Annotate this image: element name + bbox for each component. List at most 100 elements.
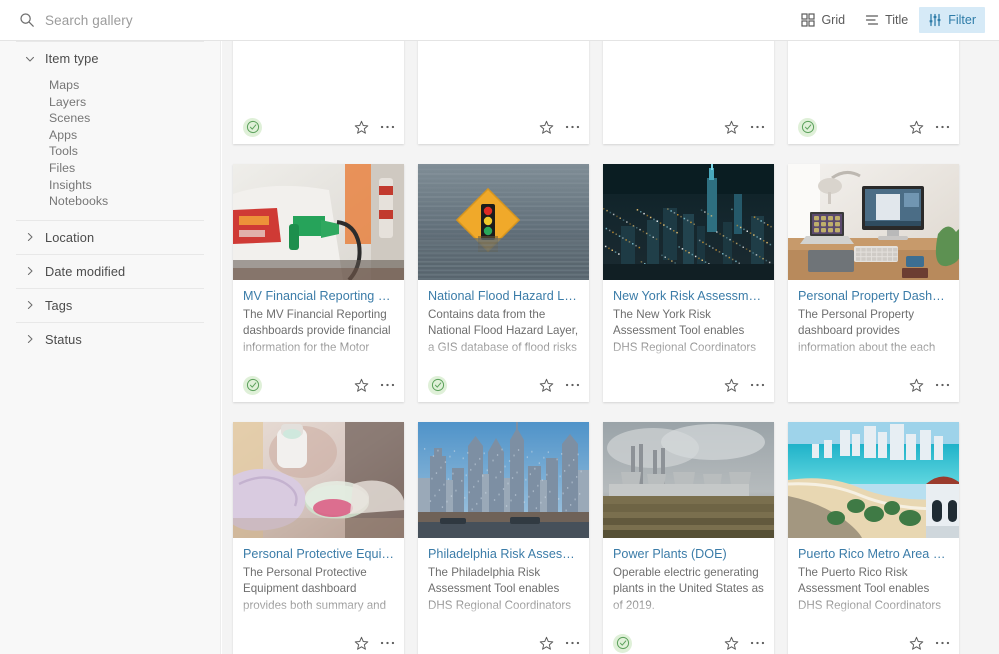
card-actions	[909, 636, 950, 651]
ellipsis-icon[interactable]	[380, 383, 395, 387]
star-outline-icon[interactable]	[909, 636, 924, 651]
card-body	[233, 41, 404, 110]
facet-date-modified-header[interactable]: Date modified	[16, 255, 204, 288]
card-snippet: The Personal Property dashboard provides…	[798, 308, 936, 354]
filter-button[interactable]: Filter	[919, 7, 985, 33]
ellipsis-icon[interactable]	[565, 641, 580, 645]
star-outline-icon[interactable]	[354, 636, 369, 651]
card-thumbnail[interactable]	[418, 164, 589, 280]
facet-location: Location	[16, 219, 204, 254]
ellipsis-icon[interactable]	[380, 641, 395, 645]
star-outline-icon[interactable]	[724, 636, 739, 651]
card-actions	[724, 120, 765, 135]
card-thumbnail[interactable]	[603, 422, 774, 538]
title-view-button[interactable]: Title	[856, 7, 917, 33]
gallery-card[interactable]: Puerto Rico Metro Area Risk As... The Pu…	[788, 422, 959, 654]
facet-option-files[interactable]: Files	[49, 160, 204, 177]
facet-option-tools[interactable]: Tools	[49, 143, 204, 160]
card-thumbnail[interactable]	[603, 164, 774, 280]
gallery-card[interactable]	[233, 41, 404, 144]
ellipsis-icon[interactable]	[750, 383, 765, 387]
facet-location-label: Location	[45, 229, 95, 245]
star-outline-icon[interactable]	[724, 120, 739, 135]
card-actions	[909, 378, 950, 393]
facet-option-scenes[interactable]: Scenes	[49, 110, 204, 127]
card-title[interactable]: Philadelphia Risk Assessment ...	[428, 546, 579, 562]
star-outline-icon[interactable]	[909, 120, 924, 135]
card-body: National Flood Hazard Layer (... Contain…	[418, 280, 589, 368]
gallery-card[interactable]: Personal Property Dashboard The Personal…	[788, 164, 959, 402]
facet-option-notebooks[interactable]: Notebooks	[49, 193, 204, 210]
search-bar[interactable]	[0, 0, 792, 40]
star-outline-icon[interactable]	[539, 120, 554, 135]
card-actions	[724, 378, 765, 393]
facet-option-maps[interactable]: Maps	[49, 77, 204, 94]
star-outline-icon[interactable]	[354, 120, 369, 135]
card-thumbnail[interactable]	[788, 422, 959, 538]
grid-view-button[interactable]: Grid	[792, 7, 854, 33]
card-title[interactable]: Personal Protective Equipment...	[243, 546, 394, 562]
card-thumbnail[interactable]	[233, 422, 404, 538]
ellipsis-icon[interactable]	[565, 125, 580, 129]
gallery-card[interactable]: Philadelphia Risk Assessment ... The Phi…	[418, 422, 589, 654]
top-toolbar: Grid Title Filter	[0, 0, 999, 41]
star-outline-icon[interactable]	[909, 378, 924, 393]
card-actions	[724, 636, 765, 651]
card-body: Personal Protective Equipment... The Per…	[233, 538, 404, 626]
status-badge-placeholder	[613, 118, 632, 137]
facet-location-header[interactable]: Location	[16, 221, 204, 254]
gallery-card[interactable]	[418, 41, 589, 144]
star-outline-icon[interactable]	[724, 378, 739, 393]
facet-tags-label: Tags	[45, 297, 73, 313]
chevron-right-icon	[27, 233, 33, 242]
gallery-card[interactable]	[603, 41, 774, 144]
card-body: New York Risk Assessment Tool The New Yo…	[603, 280, 774, 368]
ellipsis-icon[interactable]	[565, 383, 580, 387]
star-outline-icon[interactable]	[354, 378, 369, 393]
ellipsis-icon[interactable]	[750, 125, 765, 129]
gallery-card[interactable]: Power Plants (DOE) Operable electric gen…	[603, 422, 774, 654]
card-snippet: The MV Financial Reporting dashboards pr…	[243, 308, 391, 354]
card-thumbnail[interactable]	[788, 164, 959, 280]
ellipsis-icon[interactable]	[935, 125, 950, 129]
card-title[interactable]: Puerto Rico Metro Area Risk As...	[798, 546, 949, 562]
filter-icon	[929, 13, 941, 27]
status-badge-placeholder	[428, 118, 447, 137]
card-snippet	[613, 41, 764, 83]
facet-status-label: Status	[45, 331, 82, 347]
facet-option-layers[interactable]: Layers	[49, 94, 204, 111]
facet-status-header[interactable]: Status	[16, 323, 204, 356]
facet-item-type-header[interactable]: Item type	[16, 42, 204, 75]
card-footer	[788, 110, 959, 144]
card-title[interactable]: Personal Property Dashboard	[798, 288, 949, 304]
card-body	[603, 41, 774, 110]
ellipsis-icon[interactable]	[750, 641, 765, 645]
card-thumbnail[interactable]	[418, 422, 589, 538]
gallery-card[interactable]: MV Financial Reporting Dashb... The MV F…	[233, 164, 404, 402]
card-title[interactable]: New York Risk Assessment Tool	[613, 288, 764, 304]
facet-tags-header[interactable]: Tags	[16, 289, 204, 322]
status-badge-placeholder	[798, 376, 817, 395]
ellipsis-icon[interactable]	[380, 125, 395, 129]
card-actions	[539, 636, 580, 651]
card-thumbnail[interactable]	[233, 164, 404, 280]
ellipsis-icon[interactable]	[935, 383, 950, 387]
facet-option-insights[interactable]: Insights	[49, 177, 204, 194]
card-snippet	[428, 41, 579, 83]
gallery-card[interactable]: New York Risk Assessment Tool The New Yo…	[603, 164, 774, 402]
gallery-card[interactable]: National Flood Hazard Layer (... Contain…	[418, 164, 589, 402]
gallery-results[interactable]: MV Financial Reporting Dashb... The MV F…	[222, 41, 999, 654]
card-title[interactable]: Power Plants (DOE)	[613, 546, 764, 562]
star-outline-icon[interactable]	[539, 378, 554, 393]
ellipsis-icon[interactable]	[935, 641, 950, 645]
card-title[interactable]: MV Financial Reporting Dashb...	[243, 288, 394, 304]
card-actions	[539, 120, 580, 135]
verified-check-icon	[431, 378, 444, 392]
card-title[interactable]: National Flood Hazard Layer (...	[428, 288, 579, 304]
gallery-card[interactable]	[788, 41, 959, 144]
card-footer	[233, 110, 404, 144]
search-input[interactable]	[45, 12, 345, 28]
star-outline-icon[interactable]	[539, 636, 554, 651]
facet-option-apps[interactable]: Apps	[49, 127, 204, 144]
gallery-card[interactable]: Personal Protective Equipment... The Per…	[233, 422, 404, 654]
